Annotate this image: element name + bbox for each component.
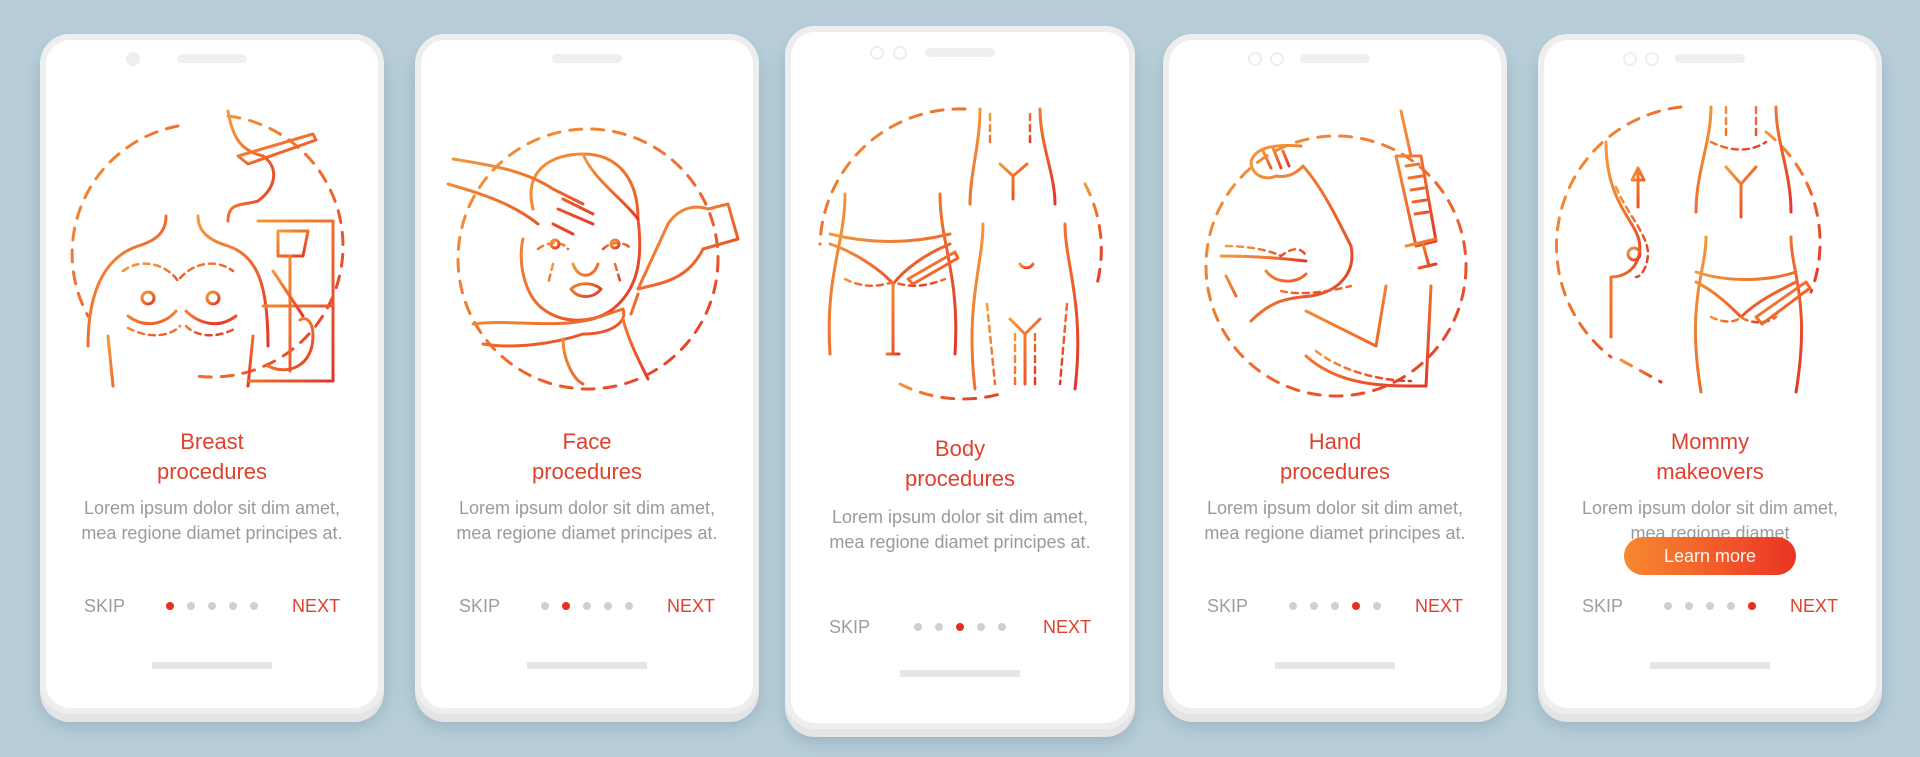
phone-notch	[1538, 52, 1882, 66]
skip-button[interactable]: SKIP	[829, 615, 870, 639]
home-indicator	[527, 662, 647, 669]
screen-description: Lorem ipsum dolor sit dim amet, mea regi…	[81, 498, 343, 543]
screen-description: Lorem ipsum dolor sit dim amet, mea regi…	[1204, 498, 1466, 543]
page-dot-4[interactable]	[604, 602, 612, 610]
screen-title: Mommy makeovers	[1538, 427, 1882, 487]
onboarding-screen-hand: Hand procedures Lorem ipsum dolor sit di…	[1163, 34, 1507, 714]
camera-icon	[1623, 52, 1637, 66]
page-indicator	[166, 602, 258, 610]
speaker-grille	[1675, 54, 1745, 63]
page-dot-1[interactable]	[1289, 602, 1297, 610]
phone-notch	[40, 52, 384, 66]
page-dot-4[interactable]	[229, 602, 237, 610]
page-dot-3[interactable]	[208, 602, 216, 610]
hand-procedures-illustration	[1191, 106, 1481, 406]
page-dot-1[interactable]	[541, 602, 549, 610]
camera-icon	[870, 46, 884, 60]
title-line-1: Hand	[1308, 429, 1362, 454]
screen-description: Lorem ipsum dolor sit dim amet, mea regi…	[829, 507, 1091, 552]
page-dot-4[interactable]	[1352, 602, 1360, 610]
speaker-grille	[925, 48, 995, 57]
page-indicator	[541, 602, 633, 610]
onboarding-screen-breast: Breast procedures Lorem ipsum dolor sit …	[40, 34, 384, 714]
onboarding-screen-mommy-makeovers: Mommy makeovers Lorem ipsum dolor sit di…	[1538, 34, 1882, 714]
page-dot-3[interactable]	[583, 602, 591, 610]
page-dot-3[interactable]	[1706, 602, 1714, 610]
onboarding-nav: SKIP NEXT	[785, 615, 1135, 639]
phone-notch	[785, 46, 1135, 60]
title-line-2: procedures	[1279, 459, 1391, 484]
mommy-makeovers-illustration	[1555, 102, 1856, 402]
next-button[interactable]: NEXT	[1415, 594, 1463, 618]
face-procedures-illustration	[443, 109, 740, 409]
title-line-1: Breast	[180, 429, 244, 454]
page-indicator	[1664, 602, 1756, 610]
page-dot-5[interactable]	[625, 602, 633, 610]
page-dot-2[interactable]	[1685, 602, 1693, 610]
camera-icon	[893, 46, 907, 60]
page-dot-4[interactable]	[1727, 602, 1735, 610]
body-procedures-illustration	[815, 104, 1105, 404]
next-button[interactable]: NEXT	[1790, 594, 1838, 618]
skip-button[interactable]: SKIP	[1582, 594, 1623, 618]
page-dot-2[interactable]	[1310, 602, 1318, 610]
page-dot-1[interactable]	[1664, 602, 1672, 610]
title-line-2: procedures	[904, 466, 1016, 491]
onboarding-nav: SKIP NEXT	[1163, 594, 1507, 618]
speaker-grille	[177, 54, 247, 63]
onboarding-screen-face: Face procedures Lorem ipsum dolor sit di…	[415, 34, 759, 714]
page-indicator	[1289, 602, 1381, 610]
home-indicator	[1650, 662, 1770, 669]
learn-more-button[interactable]: Learn more	[1624, 537, 1796, 575]
page-dot-3[interactable]	[956, 623, 964, 631]
skip-button[interactable]: SKIP	[84, 594, 125, 618]
page-dot-3[interactable]	[1331, 602, 1339, 610]
camera-icon	[1248, 52, 1262, 66]
title-line-1: Face	[562, 429, 612, 454]
breast-procedures-illustration	[68, 106, 358, 406]
onboarding-nav: SKIP NEXT	[415, 594, 759, 618]
skip-button[interactable]: SKIP	[1207, 594, 1248, 618]
screen-title: Face procedures	[415, 427, 759, 487]
camera-icon	[1645, 52, 1659, 66]
page-dot-2[interactable]	[187, 602, 195, 610]
home-indicator	[1275, 662, 1395, 669]
onboarding-screen-body: Body procedures Lorem ipsum dolor sit di…	[785, 26, 1135, 729]
page-dot-5[interactable]	[1373, 602, 1381, 610]
screen-description: Lorem ipsum dolor sit dim amet, mea regi…	[456, 498, 718, 543]
next-button[interactable]: NEXT	[292, 594, 340, 618]
title-line-1: Body	[934, 436, 986, 461]
onboarding-nav: SKIP NEXT	[40, 594, 384, 618]
screen-title: Body procedures	[785, 434, 1135, 494]
home-indicator	[900, 670, 1020, 677]
page-dot-4[interactable]	[977, 623, 985, 631]
onboarding-nav: SKIP NEXT	[1538, 594, 1882, 618]
page-dot-5[interactable]	[1748, 602, 1756, 610]
phone-notch	[1163, 52, 1507, 66]
camera-icon	[126, 52, 140, 66]
title-line-1: Mommy	[1670, 429, 1750, 454]
page-dot-1[interactable]	[166, 602, 174, 610]
page-dot-1[interactable]	[914, 623, 922, 631]
title-line-2: procedures	[531, 459, 643, 484]
camera-icon	[1270, 52, 1284, 66]
title-line-2: makeovers	[1656, 459, 1764, 484]
phone-notch	[415, 52, 759, 66]
speaker-grille	[1300, 54, 1370, 63]
page-dot-5[interactable]	[250, 602, 258, 610]
home-indicator	[152, 662, 272, 669]
next-button[interactable]: NEXT	[667, 594, 715, 618]
speaker-grille	[552, 54, 622, 63]
page-dot-2[interactable]	[562, 602, 570, 610]
page-dot-2[interactable]	[935, 623, 943, 631]
page-dot-5[interactable]	[998, 623, 1006, 631]
screen-title: Breast procedures	[40, 427, 384, 487]
next-button[interactable]: NEXT	[1043, 615, 1091, 639]
screen-title: Hand procedures	[1163, 427, 1507, 487]
page-indicator	[914, 623, 1006, 631]
skip-button[interactable]: SKIP	[459, 594, 500, 618]
title-line-2: procedures	[156, 459, 268, 484]
